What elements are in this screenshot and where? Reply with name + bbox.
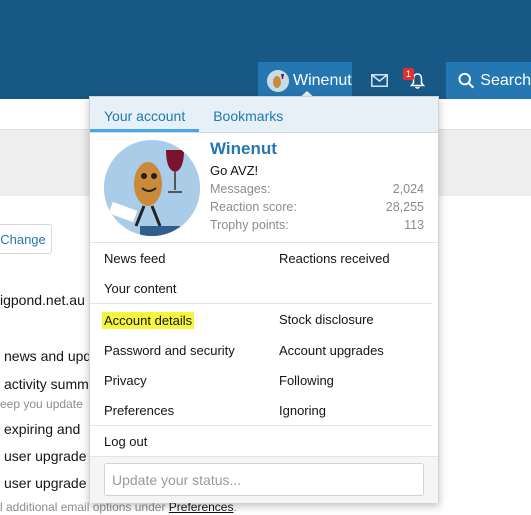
link-log-out[interactable]: Log out <box>104 434 147 449</box>
user-avatar-small <box>267 69 289 92</box>
stat-messages: Messages: 2,024 <box>210 182 424 196</box>
inbox-button[interactable] <box>360 62 398 99</box>
stat-label: Reaction score: <box>210 200 297 214</box>
stat-reaction-score: Reaction score: 28,255 <box>210 200 424 214</box>
search-label: Search <box>480 71 531 89</box>
status-update-row <box>90 456 438 503</box>
email-value: igpond.net.au <box>0 292 85 308</box>
email-option-activity-hint: eep you update <box>0 397 83 411</box>
stat-value: 2,024 <box>392 182 424 196</box>
avatar[interactable] <box>104 140 200 236</box>
divider <box>90 303 432 304</box>
email-option-upgrade-1[interactable]: user upgrade <box>4 448 87 464</box>
account-dropdown-menu: Your account Bookmarks Winenut Go AVZ! M… <box>89 96 439 503</box>
link-following[interactable]: Following <box>279 373 334 388</box>
email-option-expiring[interactable]: expiring and <box>4 421 80 437</box>
link-ignoring[interactable]: Ignoring <box>279 403 326 418</box>
link-account-upgrades[interactable]: Account upgrades <box>279 343 384 358</box>
menu-tabs: Your account Bookmarks <box>90 97 438 133</box>
search-button[interactable]: Search <box>446 62 531 99</box>
account-summary: Winenut Go AVZ! Messages: 2,024 Reaction… <box>90 133 438 243</box>
stat-label: Messages: <box>210 182 271 196</box>
tab-bookmarks[interactable]: Bookmarks <box>199 97 297 132</box>
change-email-button[interactable]: Change <box>0 224 52 254</box>
mail-icon <box>370 74 388 87</box>
stat-label: Trophy points: <box>210 218 289 232</box>
link-reactions-received[interactable]: Reactions received <box>279 251 390 266</box>
link-password-security[interactable]: Password and security <box>104 343 235 358</box>
search-icon <box>458 72 475 89</box>
link-your-content[interactable]: Your content <box>104 281 177 296</box>
stat-trophy-points: Trophy points: 113 <box>210 218 424 232</box>
alerts-badge: 1 <box>403 68 415 80</box>
link-news-feed[interactable]: News feed <box>104 251 165 266</box>
user-title: Go AVZ! <box>210 163 259 178</box>
link-stock-disclosure[interactable]: Stock disclosure <box>279 312 374 327</box>
email-option-activity[interactable]: activity summ <box>4 376 89 392</box>
link-account-details[interactable]: Account details <box>102 312 195 329</box>
stat-value: 113 <box>404 218 424 232</box>
tab-your-account[interactable]: Your account <box>90 97 200 132</box>
profile-username[interactable]: Winenut <box>210 139 277 159</box>
status-input[interactable] <box>104 463 424 496</box>
nav-username: Winenut <box>293 71 352 89</box>
email-option-upgrade-2[interactable]: user upgrade <box>4 475 87 491</box>
email-option-news[interactable]: news and upd <box>4 348 91 364</box>
stat-value: 28,255 <box>385 200 424 214</box>
divider <box>90 425 432 426</box>
link-privacy[interactable]: Privacy <box>104 373 147 388</box>
link-preferences[interactable]: Preferences <box>104 403 174 418</box>
